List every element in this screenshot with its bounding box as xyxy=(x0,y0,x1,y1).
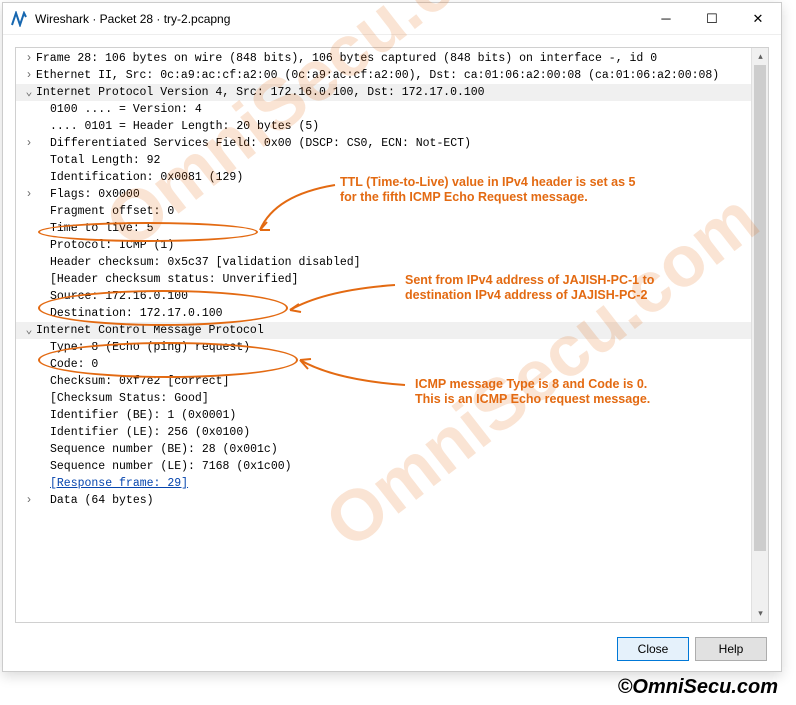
help-button[interactable]: Help xyxy=(695,637,767,661)
highlight-ttl xyxy=(38,222,258,242)
wireshark-packet-window: Wireshark · Packet 28 · try-2.pcapng ─ ☐… xyxy=(2,2,782,672)
scroll-thumb[interactable] xyxy=(754,65,766,551)
annotation-addr: Sent from IPv4 address of JAJISH-PC-1 to… xyxy=(405,273,654,303)
tree-row[interactable]: .... 0101 = Header Length: 20 bytes (5) xyxy=(16,118,768,135)
titlebar: Wireshark · Packet 28 · try-2.pcapng ─ ☐… xyxy=(3,3,781,35)
scroll-track[interactable] xyxy=(752,65,768,605)
window-controls: ─ ☐ ✕ xyxy=(643,3,781,35)
tree-row[interactable]: Total Length: 92 xyxy=(16,152,768,169)
tree-row[interactable]: [Header checksum status: Unverified] xyxy=(16,271,768,288)
tree-row[interactable]: Identifier (LE): 256 (0x0100) xyxy=(16,424,768,441)
protocol-tree[interactable]: ›Frame 28: 106 bytes on wire (848 bits),… xyxy=(16,48,768,511)
tree-row-response-link[interactable]: [Response frame: 29] xyxy=(16,475,768,492)
tree-row-frame[interactable]: ›Frame 28: 106 bytes on wire (848 bits),… xyxy=(16,50,768,67)
tree-row[interactable]: ›Differentiated Services Field: 0x00 (DS… xyxy=(16,135,768,152)
packet-detail-pane: ›Frame 28: 106 bytes on wire (848 bits),… xyxy=(15,47,769,623)
vertical-scrollbar[interactable]: ▴ ▾ xyxy=(751,48,768,622)
scroll-down-button[interactable]: ▾ xyxy=(752,605,769,622)
tree-row[interactable]: Identifier (BE): 1 (0x0001) xyxy=(16,407,768,424)
tree-row[interactable]: Sequence number (LE): 7168 (0x1c00) xyxy=(16,458,768,475)
tree-row[interactable]: 0100 .... = Version: 4 xyxy=(16,101,768,118)
tree-row[interactable]: Header checksum: 0x5c37 [validation disa… xyxy=(16,254,768,271)
tree-row-ethernet[interactable]: ›Ethernet II, Src: 0c:a9:ac:cf:a2:00 (0c… xyxy=(16,67,768,84)
annotation-ttl: TTL (Time-to-Live) value in IPv4 header … xyxy=(340,175,635,205)
dialog-buttons: Close Help xyxy=(617,637,767,661)
annotation-icmp: ICMP message Type is 8 and Code is 0. Th… xyxy=(415,377,650,407)
tree-row[interactable]: Fragment offset: 0 xyxy=(16,203,768,220)
tree-row[interactable]: ›Data (64 bytes) xyxy=(16,492,768,509)
scroll-up-button[interactable]: ▴ xyxy=(752,48,769,65)
tree-row-ipv4[interactable]: ⌄Internet Protocol Version 4, Src: 172.1… xyxy=(16,84,768,101)
maximize-button[interactable]: ☐ xyxy=(689,3,735,35)
tree-row[interactable]: Sequence number (BE): 28 (0x001c) xyxy=(16,441,768,458)
close-window-button[interactable]: ✕ xyxy=(735,3,781,35)
close-button[interactable]: Close xyxy=(617,637,689,661)
tree-row[interactable]: [Checksum Status: Good] xyxy=(16,390,768,407)
footer-brand: ©OmniSecu.com xyxy=(618,676,778,699)
window-title: Wireshark · Packet 28 · try-2.pcapng xyxy=(35,12,643,26)
minimize-button[interactable]: ─ xyxy=(643,3,689,35)
wireshark-icon xyxy=(11,11,27,27)
highlight-icmp-type-code xyxy=(38,342,298,378)
highlight-addresses xyxy=(38,290,288,326)
